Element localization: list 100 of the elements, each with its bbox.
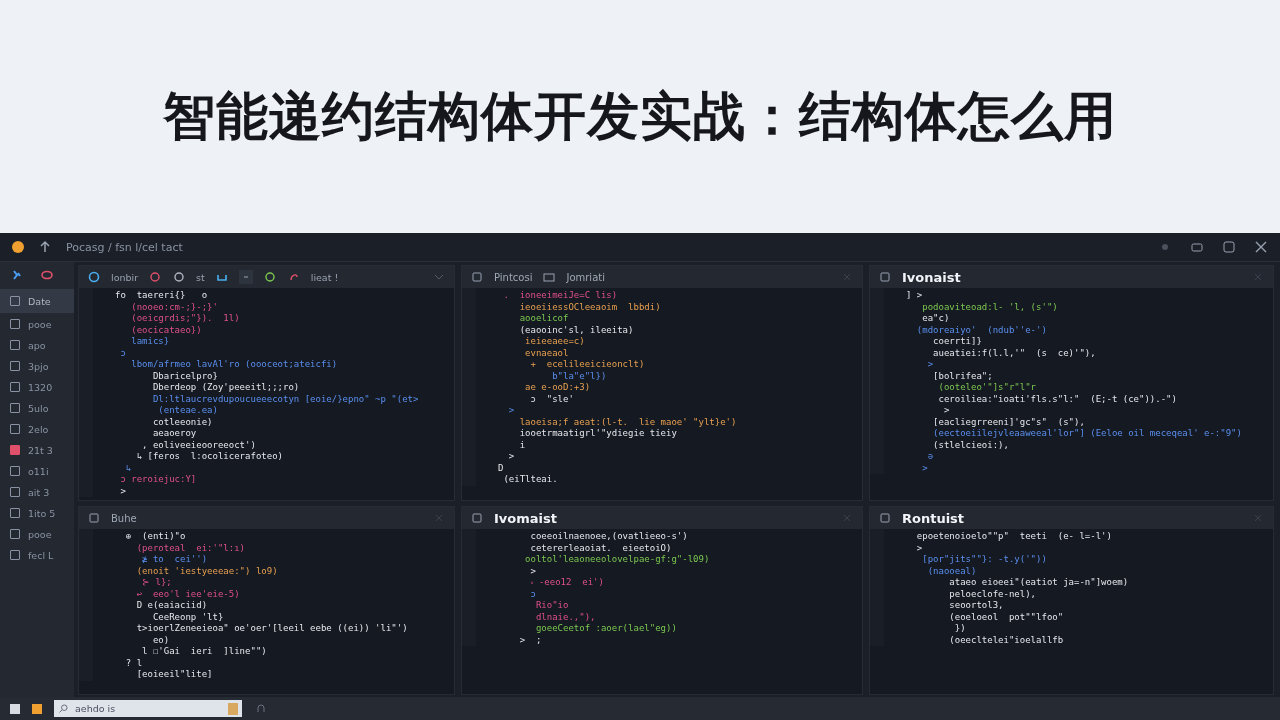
- sidebar-item[interactable]: ait 3: [0, 482, 74, 502]
- code-line: ⊕ (enti)"o: [124, 531, 187, 543]
- code-line: ≱ to cei''): [141, 554, 209, 566]
- code-line: [bolrifea";: [932, 370, 994, 382]
- sidebar-item[interactable]: 1ito 5: [0, 503, 74, 523]
- code-line: (oeicgrdis;"}). 1l): [130, 313, 241, 325]
- code-line: ] >: [906, 290, 924, 302]
- toolbar-button[interactable]: st: [196, 271, 205, 283]
- code-line: evnaeaol: [524, 347, 570, 359]
- code-line: > ;: [518, 634, 543, 646]
- oval-icon[interactable]: [40, 268, 54, 282]
- code-line: (mdoreaiyo' (ndub''e-'): [915, 324, 1048, 336]
- panel-subtitle: Jomriati: [566, 271, 605, 283]
- close-icon[interactable]: [1254, 240, 1268, 254]
- code-line: CeeReonp 'lt}: [151, 611, 225, 623]
- file-icon: [10, 382, 20, 392]
- code-line: . ioneeimeiJe=C lis): [502, 290, 619, 302]
- code-line: [eacliegrreeni]'gc"s" (s"),: [932, 416, 1086, 428]
- file-icon: [10, 424, 20, 434]
- code-line: >: [926, 359, 935, 371]
- code-line: t>ioerlZeneeieoa" oe'oer'[leeil eebe ((ei)) 'li"'): [135, 623, 409, 635]
- code-line: seoortol3,: [948, 600, 1005, 612]
- code-line: (ooteleo'"]s"r"l"r: [937, 382, 1038, 394]
- sidebar-item[interactable]: 1320: [0, 377, 74, 397]
- file-icon: [10, 466, 20, 476]
- code-line: l ☐'Gai ieri ]line""): [141, 646, 268, 658]
- panel-title: Ivomaist: [494, 510, 557, 526]
- circle-icon[interactable]: [87, 270, 101, 284]
- code-line: >: [507, 405, 516, 417]
- circle-icon[interactable]: [148, 270, 163, 284]
- sidebar-item[interactable]: Date: [0, 289, 74, 313]
- file-icon: [10, 529, 20, 539]
- up-arrow-icon[interactable]: [38, 240, 52, 254]
- file-icon: [470, 511, 484, 525]
- code-line: laoeisa;f aeat:(l-t. lie maoe' "ylt}e'): [518, 416, 738, 428]
- search-icon: [58, 703, 69, 714]
- code-line: ɔ reroiejuc:Y]: [119, 474, 198, 486]
- file-icon: [10, 361, 20, 371]
- maximize-icon[interactable]: [1222, 240, 1236, 254]
- panel-title: Pintcosi: [494, 271, 533, 283]
- code-line: ə: [926, 451, 935, 463]
- sidebar-item[interactable]: o11i: [0, 461, 74, 481]
- code-line: Rio"io: [534, 600, 570, 612]
- code-line: ⊱ l};: [141, 577, 173, 589]
- folder-icon: [542, 270, 557, 284]
- minus-icon[interactable]: [238, 270, 253, 284]
- code-line: ooltol'leaoneeolovelpae-gf:g"-l09): [524, 554, 711, 566]
- sidebar-item[interactable]: 21t 3: [0, 440, 74, 460]
- breadcrumb: Pocasg / fsn l/cel tact: [66, 240, 183, 254]
- sidebar-item[interactable]: 5ulo: [0, 398, 74, 418]
- file-icon: [878, 270, 892, 284]
- file-icon: [10, 445, 20, 455]
- code-line: lbom/afrmeo lavAl'ro (oooceot;ateicfi): [130, 359, 339, 371]
- file-icon: [10, 487, 20, 497]
- code-line: ataeo eioeei"(eatiot ja=-n"]woem): [948, 577, 1130, 589]
- code-line: (eoeloeol pot""lfoo": [948, 611, 1065, 623]
- sidebar-item[interactable]: pooe: [0, 314, 74, 334]
- toolbar-tab[interactable]: lonbir: [111, 271, 139, 283]
- code-line: eo): [151, 634, 171, 646]
- restore-icon[interactable]: [1190, 240, 1204, 254]
- code-line: (eiTlteai.: [502, 474, 559, 486]
- code-line: epoetenoioelo""p" teeti (e- l=-l'): [915, 531, 1113, 543]
- code-line: D e(eaiaciid): [135, 600, 209, 612]
- code-line: iooetrmaatigrl'"ydiegie tieiy: [518, 428, 678, 440]
- code-line: , eoliveeieooreeoct'): [141, 439, 257, 451]
- code-line: (eaooinc'sl, ileeita): [518, 324, 635, 336]
- sidebar-item[interactable]: pooe: [0, 524, 74, 544]
- code-line: ↩ eeo'l iee'eie-5): [135, 588, 241, 600]
- sidebar-item[interactable]: fecl L: [0, 545, 74, 565]
- code-line: (naooeal): [926, 565, 978, 577]
- code-line: >: [942, 405, 951, 417]
- code-line: + ecelileeicieonclt): [529, 359, 646, 371]
- code-line: coerrti]}: [932, 336, 983, 348]
- sidebar-item[interactable]: 2elo: [0, 419, 74, 439]
- code-line: (stlelcieoi:),: [932, 439, 1010, 451]
- code-line: fo taereri{} o: [115, 290, 209, 302]
- code-line: ɔ: [119, 347, 127, 359]
- code-line: coeeoilnaenoee,(ovatlieeo-s'): [529, 531, 689, 543]
- file-icon: [470, 270, 484, 284]
- file-icon: [87, 511, 101, 525]
- code-line: lamics}: [130, 336, 171, 348]
- toolbar-button[interactable]: lieat !: [310, 271, 339, 283]
- code-line: i: [518, 439, 527, 451]
- window-icon[interactable]: [10, 703, 20, 714]
- code-line: ⸗ -eeo12 ei'): [529, 577, 605, 589]
- code-line: dlnaie.,"),: [534, 611, 597, 623]
- file-icon: [10, 403, 20, 413]
- sidebar-item[interactable]: 3pjo: [0, 356, 74, 376]
- circle-icon[interactable]: [172, 270, 187, 284]
- code-line: [eoieeil"lite]: [135, 669, 214, 681]
- circle-icon[interactable]: [262, 270, 277, 284]
- code-line: (nooeo:cm-;}-;}': [130, 301, 219, 313]
- sidebar-item[interactable]: apo: [0, 335, 74, 355]
- folder-icon[interactable]: [32, 703, 42, 714]
- search-field[interactable]: aehdo is: [54, 700, 242, 717]
- code-line: ieieeaee=c): [524, 336, 586, 348]
- code-line: cotleeonie): [151, 416, 214, 428]
- code-line: ↳: [124, 462, 133, 474]
- code-line: >: [921, 462, 929, 474]
- code-line: ↳ [feros l:ocolicerafoteo): [135, 451, 284, 463]
